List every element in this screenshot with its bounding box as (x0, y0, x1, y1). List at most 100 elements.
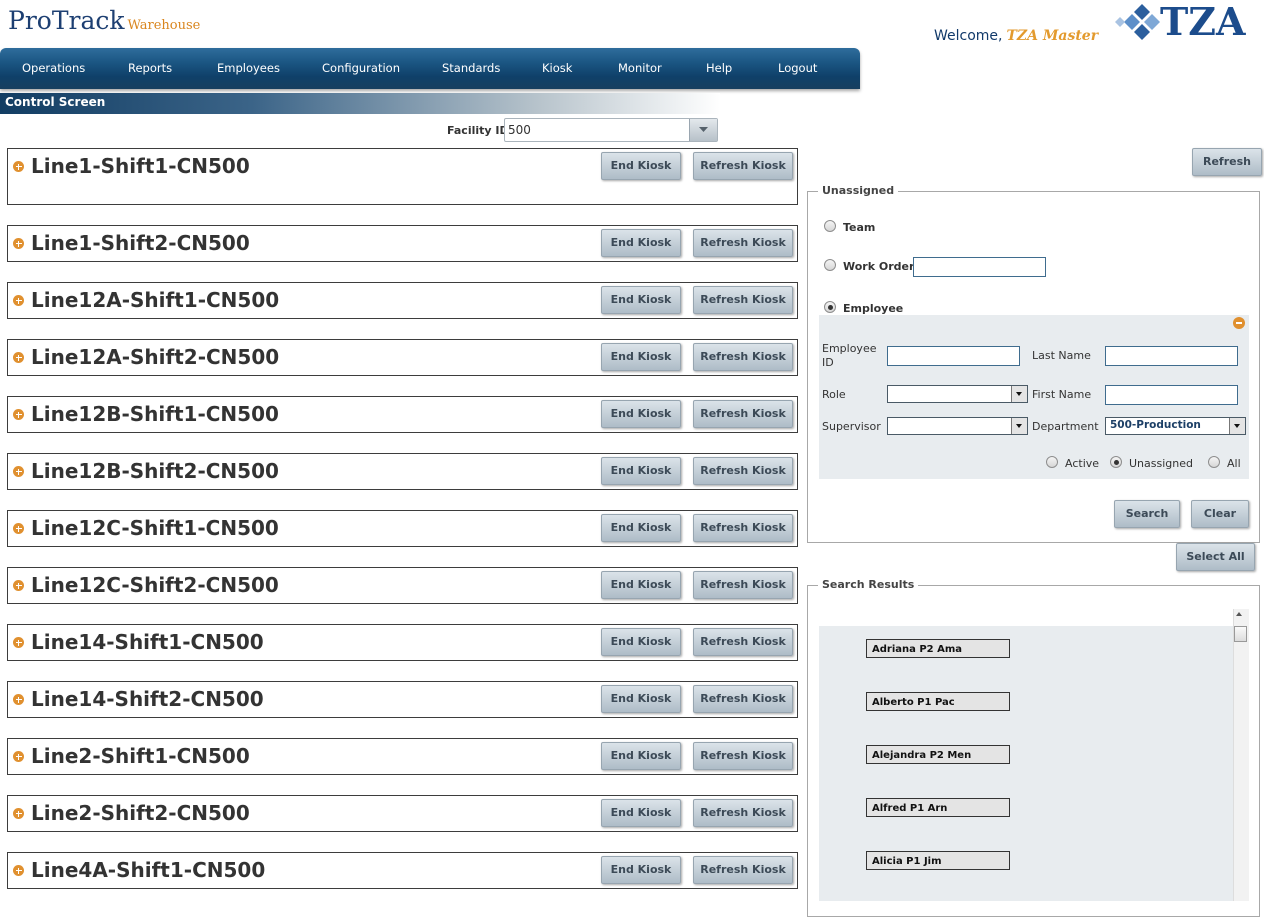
department-label: Department (1032, 420, 1099, 433)
line-panel: Line14-Shift1-CN500 End Kiosk Refresh Ki… (7, 624, 798, 661)
refresh-button[interactable]: Refresh (1192, 148, 1262, 176)
status-unassigned-label: Unassigned (1129, 457, 1193, 470)
end-kiosk-button[interactable]: End Kiosk (601, 152, 681, 180)
expand-plus-icon[interactable] (13, 466, 24, 477)
result-item[interactable]: Alejandra P2 Men (866, 745, 1010, 764)
nav-monitor[interactable]: Monitor (618, 61, 662, 75)
employee-id-input[interactable] (887, 346, 1020, 366)
end-kiosk-button[interactable]: End Kiosk (601, 400, 681, 428)
refresh-kiosk-button[interactable]: Refresh Kiosk (693, 628, 793, 656)
nav-reports[interactable]: Reports (128, 61, 172, 75)
refresh-kiosk-button[interactable]: Refresh Kiosk (693, 799, 793, 827)
results-scrollbar[interactable] (1233, 609, 1249, 901)
role-select[interactable] (887, 385, 1028, 403)
work-order-radio[interactable] (824, 259, 836, 271)
expand-plus-icon[interactable] (13, 238, 24, 249)
refresh-kiosk-button[interactable]: Refresh Kiosk (693, 457, 793, 485)
expand-plus-icon[interactable] (13, 295, 24, 306)
refresh-kiosk-button[interactable]: Refresh Kiosk (693, 286, 793, 314)
result-item[interactable]: Adriana P2 Ama (866, 639, 1010, 658)
department-select[interactable]: 500-Production (1105, 417, 1246, 435)
nav-operations[interactable]: Operations (22, 61, 85, 75)
refresh-kiosk-button[interactable]: Refresh Kiosk (693, 400, 793, 428)
line-panel: Line1-Shift1-CN500 End Kiosk Refresh Kio… (7, 148, 798, 205)
expand-plus-icon[interactable] (13, 751, 24, 762)
expand-plus-icon[interactable] (13, 523, 24, 534)
refresh-kiosk-button[interactable]: Refresh Kiosk (693, 514, 793, 542)
first-name-input[interactable] (1105, 385, 1238, 405)
nav-help[interactable]: Help (706, 61, 732, 75)
select-all-button[interactable]: Select All (1176, 543, 1255, 571)
nav-kiosk[interactable]: Kiosk (542, 61, 572, 75)
supervisor-select[interactable] (887, 417, 1028, 435)
clear-button[interactable]: Clear (1191, 500, 1249, 528)
refresh-kiosk-button[interactable]: Refresh Kiosk (693, 343, 793, 371)
end-kiosk-button[interactable]: End Kiosk (601, 514, 681, 542)
team-radio[interactable] (824, 220, 836, 232)
chevron-down-icon[interactable] (1011, 386, 1027, 402)
end-kiosk-button[interactable]: End Kiosk (601, 856, 681, 884)
line-panel: Line14-Shift2-CN500 End Kiosk Refresh Ki… (7, 681, 798, 718)
status-all-radio[interactable] (1208, 456, 1220, 468)
nav-logout[interactable]: Logout (778, 61, 817, 75)
facility-id-select[interactable]: 500 (504, 118, 718, 142)
employee-id-label: Employee ID (822, 342, 877, 369)
result-item[interactable]: Alfred P1 Arn (866, 798, 1010, 817)
refresh-kiosk-button[interactable]: Refresh Kiosk (693, 685, 793, 713)
search-button[interactable]: Search (1114, 500, 1180, 528)
expand-plus-icon[interactable] (13, 161, 24, 172)
refresh-kiosk-button[interactable]: Refresh Kiosk (693, 152, 793, 180)
refresh-kiosk-button[interactable]: Refresh Kiosk (693, 742, 793, 770)
chevron-down-icon[interactable] (1229, 418, 1245, 434)
team-radio-label: Team (843, 221, 876, 234)
line-panel: Line2-Shift2-CN500 End Kiosk Refresh Kio… (7, 795, 798, 832)
last-name-input[interactable] (1105, 346, 1238, 366)
nav-employees[interactable]: Employees (217, 61, 280, 75)
end-kiosk-button[interactable]: End Kiosk (601, 229, 681, 257)
status-all-label: All (1227, 457, 1241, 470)
line-name: Line12B-Shift2-CN500 (31, 459, 279, 483)
expand-plus-icon[interactable] (13, 637, 24, 648)
end-kiosk-button[interactable]: End Kiosk (601, 457, 681, 485)
scroll-up-arrow-icon[interactable] (1236, 612, 1242, 616)
line-name: Line2-Shift1-CN500 (31, 744, 250, 768)
chevron-down-icon[interactable] (1011, 418, 1027, 434)
facility-dropdown-button[interactable] (689, 119, 717, 141)
work-order-input[interactable] (913, 257, 1046, 277)
line-name: Line2-Shift2-CN500 (31, 801, 250, 825)
facility-id-label: Facility ID (447, 124, 509, 137)
result-item[interactable]: Alicia P1 Jim (866, 851, 1010, 870)
collapse-minus-icon[interactable] (1233, 317, 1245, 329)
expand-plus-icon[interactable] (13, 352, 24, 363)
end-kiosk-button[interactable]: End Kiosk (601, 799, 681, 827)
end-kiosk-button[interactable]: End Kiosk (601, 571, 681, 599)
line-panel: Line12C-Shift2-CN500 End Kiosk Refresh K… (7, 567, 798, 604)
refresh-kiosk-button[interactable]: Refresh Kiosk (693, 856, 793, 884)
refresh-kiosk-button[interactable]: Refresh Kiosk (693, 571, 793, 599)
expand-plus-icon[interactable] (13, 865, 24, 876)
page-title: Control Screen (5, 95, 106, 109)
line-name: Line12C-Shift2-CN500 (31, 573, 279, 597)
line-name: Line1-Shift1-CN500 (31, 154, 250, 178)
refresh-kiosk-button[interactable]: Refresh Kiosk (693, 229, 793, 257)
end-kiosk-button[interactable]: End Kiosk (601, 685, 681, 713)
main-nav: Operations Reports Employees Configurati… (0, 48, 860, 89)
expand-plus-icon[interactable] (13, 694, 24, 705)
expand-plus-icon[interactable] (13, 808, 24, 819)
expand-plus-icon[interactable] (13, 580, 24, 591)
scrollbar-thumb[interactable] (1234, 626, 1247, 642)
result-item[interactable]: Alberto P1 Pac (866, 692, 1010, 711)
employee-radio[interactable] (824, 301, 836, 313)
line-name: Line12A-Shift2-CN500 (31, 345, 280, 369)
nav-standards[interactable]: Standards (442, 61, 500, 75)
end-kiosk-button[interactable]: End Kiosk (601, 742, 681, 770)
end-kiosk-button[interactable]: End Kiosk (601, 286, 681, 314)
expand-plus-icon[interactable] (13, 409, 24, 420)
status-active-radio[interactable] (1046, 456, 1058, 468)
line-panel: Line12B-Shift1-CN500 End Kiosk Refresh K… (7, 396, 798, 433)
facility-id-value: 500 (508, 123, 531, 137)
status-unassigned-radio[interactable] (1110, 456, 1122, 468)
nav-configuration[interactable]: Configuration (322, 61, 400, 75)
end-kiosk-button[interactable]: End Kiosk (601, 628, 681, 656)
end-kiosk-button[interactable]: End Kiosk (601, 343, 681, 371)
